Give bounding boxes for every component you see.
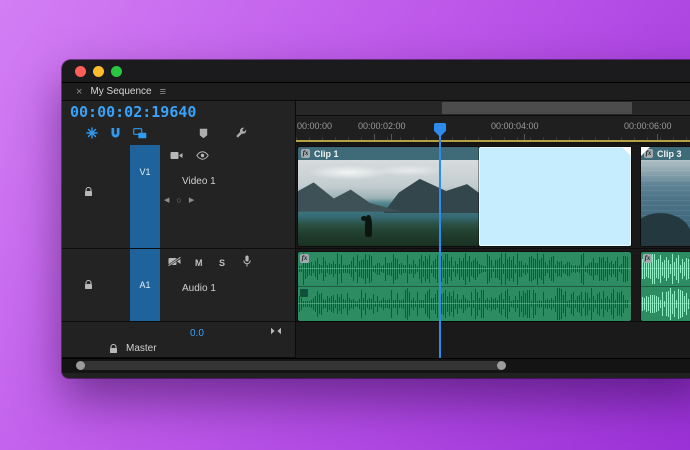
scrollbar-thumb[interactable] xyxy=(76,361,506,370)
add-marker-icon[interactable] xyxy=(199,128,208,139)
audio-channel-right xyxy=(641,287,690,321)
time-ruler[interactable]: 00:00:00 00:00:02:00 00:00:04:00 00:00:0… xyxy=(296,115,690,141)
clip-thumbnail xyxy=(641,160,690,246)
camera-icon[interactable] xyxy=(170,151,183,160)
ruler-label: 00:00:06:00 xyxy=(624,121,672,131)
waveform xyxy=(642,288,690,320)
clip-label: Clip 1 xyxy=(314,148,339,159)
master-level-value[interactable]: 0.0 xyxy=(190,328,204,339)
audio-clip-3[interactable]: fx xyxy=(641,252,690,321)
next-keyframe-icon[interactable]: ▶ xyxy=(189,196,194,204)
scrollbar-handle-left[interactable] xyxy=(76,361,85,370)
zoom-window-button[interactable] xyxy=(111,66,122,77)
playhead-line[interactable] xyxy=(439,130,441,358)
person-silhouette xyxy=(360,214,372,237)
playhead-timecode[interactable]: 00:00:02:19640 xyxy=(70,103,196,121)
audio-lane: fx fx xyxy=(296,249,690,322)
fx-badge: fx xyxy=(301,149,310,158)
clip-header: fx Clip 3 xyxy=(641,147,690,160)
camera-off-icon[interactable] xyxy=(168,257,181,266)
video-track-target[interactable]: V1 xyxy=(130,145,160,248)
fx-badge: fx xyxy=(643,254,652,263)
waveform xyxy=(299,288,630,320)
close-window-button[interactable] xyxy=(75,66,86,77)
lock-icon[interactable] xyxy=(84,280,93,290)
horizontal-scrollbar[interactable] xyxy=(62,358,690,373)
scrollbar-handle-right[interactable] xyxy=(497,361,506,370)
master-track-header: 0.0 Master xyxy=(62,322,295,358)
ruler-label: 00:00:02:00 xyxy=(358,121,406,131)
video-track-header: V1 Video 1 ◀ ○ ▶ xyxy=(62,145,295,249)
work-area-strip xyxy=(296,101,690,115)
audio-channel-left: fx xyxy=(641,252,690,287)
video-track-name: Video 1 xyxy=(182,176,216,187)
window-titlebar[interactable] xyxy=(62,60,690,83)
channel-badge xyxy=(300,289,308,297)
linked-selection-icon[interactable] xyxy=(133,127,147,139)
panel-tab-bar: × My Sequence ≡ xyxy=(62,83,690,101)
audio-track-target[interactable]: A1 xyxy=(130,249,160,321)
panel-menu-icon[interactable]: ≡ xyxy=(160,86,166,98)
lock-icon[interactable] xyxy=(84,187,93,197)
mute-button[interactable]: M xyxy=(195,258,203,268)
close-panel-icon[interactable]: × xyxy=(76,86,82,98)
waveform xyxy=(299,253,630,285)
mountain-shape xyxy=(383,178,479,214)
eye-icon[interactable] xyxy=(196,151,209,160)
timeline-settings-wrench-icon[interactable] xyxy=(235,127,247,139)
audio-clip-1[interactable]: fx xyxy=(298,252,631,321)
timeline-controls: 00:00:02:19640 xyxy=(62,101,296,145)
minimize-window-button[interactable] xyxy=(93,66,104,77)
video-track-id: V1 xyxy=(139,167,151,177)
work-area-segment[interactable] xyxy=(442,102,632,114)
clip-thumbnail xyxy=(298,160,479,246)
clip-header: fx Clip 1 xyxy=(298,147,479,160)
audio-track-header: A1 M S Audio 1 xyxy=(62,249,295,322)
master-track-name: Master xyxy=(126,343,157,354)
nest-toggle-icon[interactable] xyxy=(86,127,98,139)
prev-keyframe-icon[interactable]: ◀ xyxy=(164,196,169,204)
add-keyframe-icon[interactable]: ○ xyxy=(176,195,181,205)
mic-icon[interactable] xyxy=(243,255,251,267)
track-headers: V1 Video 1 ◀ ○ ▶ A1 M S Audio 1 0.0 Mast… xyxy=(62,145,296,358)
keyframe-nav: ◀ ○ ▶ xyxy=(164,195,194,205)
video-clip-2-selected[interactable] xyxy=(479,147,631,246)
snap-magnet-icon[interactable] xyxy=(110,127,121,139)
empty-lane xyxy=(296,322,690,358)
lock-icon[interactable] xyxy=(109,344,118,354)
mountain-shape xyxy=(298,182,402,212)
clip-label: Clip 3 xyxy=(657,148,682,159)
audio-track-id: A1 xyxy=(139,280,151,290)
fx-badge: fx xyxy=(300,254,309,263)
timeline-window: × My Sequence ≡ 00:00:02:19640 00:00:00 … xyxy=(62,60,690,378)
timeline-ruler-area: 00:00:00 00:00:02:00 00:00:04:00 00:00:0… xyxy=(296,101,690,145)
video-clip-1[interactable]: fx Clip 1 xyxy=(298,147,479,246)
ruler-label: 00:00:04:00 xyxy=(491,121,539,131)
video-lane: fx Clip 1 fx Clip 3 xyxy=(296,145,690,249)
video-clip-3[interactable]: fx Clip 3 xyxy=(641,147,690,246)
timeline-tracks: fx Clip 1 fx Clip 3 fx fx xyxy=(296,145,690,358)
audio-channel-left: fx xyxy=(298,252,631,287)
rock-shape xyxy=(641,212,690,246)
solo-button[interactable]: S xyxy=(219,258,225,268)
panel-tab-title[interactable]: My Sequence xyxy=(90,86,151,97)
audio-channel-right xyxy=(298,287,631,321)
audio-track-name: Audio 1 xyxy=(182,283,216,294)
ruler-label: 00:00:00 xyxy=(297,121,333,131)
timeline-toolbar xyxy=(86,127,247,139)
collapse-arrows-icon[interactable] xyxy=(270,327,282,335)
